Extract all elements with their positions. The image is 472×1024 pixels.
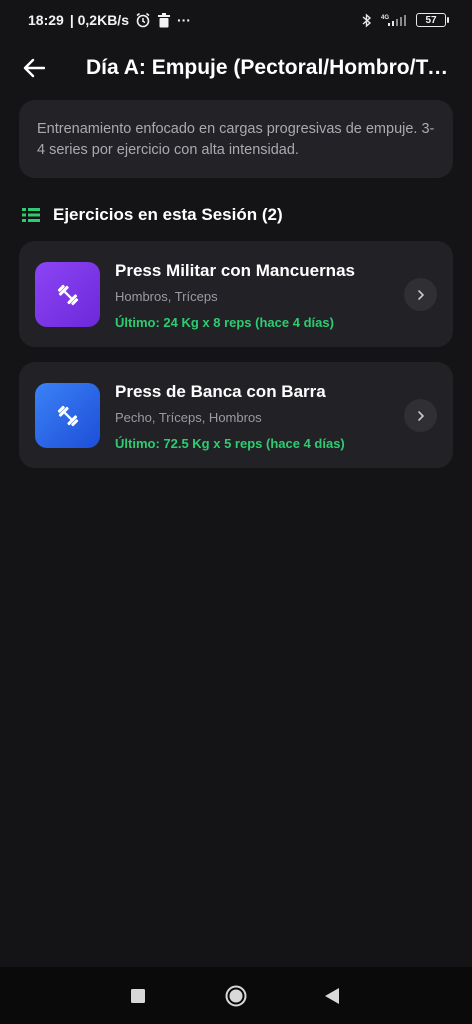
back-nav-button[interactable] <box>320 984 344 1008</box>
exercise-name: Press de Banca con Barra <box>115 382 326 401</box>
more-notifications-icon: ··· <box>176 12 191 28</box>
dumbbell-icon <box>57 405 78 426</box>
status-left: 18:29 | 0,2KB/s ··· <box>28 12 191 28</box>
signal-icon: 4G <box>380 13 408 27</box>
back-button[interactable] <box>20 54 48 82</box>
alarm-icon <box>135 12 151 28</box>
square-icon <box>131 989 145 1003</box>
system-nav-bar <box>0 967 472 1024</box>
page-title: Día A: Empuje (Pectoral/Hombro/Tr… <box>86 56 450 79</box>
status-bar: 18:29 | 0,2KB/s ··· 4G 57 <box>0 0 472 40</box>
app-header: Día A: Empuje (Pectoral/Hombro/Tr… <box>0 44 472 92</box>
open-exercise-button[interactable] <box>404 278 437 311</box>
triangle-back-icon <box>325 988 339 1004</box>
home-button[interactable] <box>224 984 248 1008</box>
session-description: Entrenamiento enfocado en cargas progres… <box>19 100 453 178</box>
trash-icon <box>157 12 171 28</box>
section-title: Ejercicios en esta Sesión (2) <box>53 205 283 224</box>
section-heading: Ejercicios en esta Sesión (2) <box>22 203 283 227</box>
bluetooth-icon <box>362 12 372 28</box>
arrow-left-icon <box>23 58 45 78</box>
exercise-last-record: Último: 72.5 Kg x 5 reps (hace 4 días) <box>115 436 345 451</box>
exercise-name: Press Militar con Mancuernas <box>115 261 355 280</box>
status-network-speed: | 0,2KB/s <box>69 12 129 28</box>
exercise-thumbnail <box>35 383 100 448</box>
svg-text:4G: 4G <box>381 15 389 21</box>
exercise-card[interactable]: Press Militar con Mancuernas Hombros, Tr… <box>19 241 453 347</box>
circle-home-icon <box>225 985 247 1007</box>
exercise-last-record: Último: 24 Kg x 8 reps (hace 4 días) <box>115 315 334 330</box>
list-icon <box>22 208 40 222</box>
exercise-muscles: Pecho, Tríceps, Hombros <box>115 410 262 425</box>
dumbbell-icon <box>57 284 78 305</box>
exercise-muscles: Hombros, Tríceps <box>115 289 218 304</box>
status-time: 18:29 <box>28 12 64 28</box>
recents-button[interactable] <box>126 984 150 1008</box>
chevron-right-icon <box>417 289 424 300</box>
chevron-right-icon <box>417 410 424 421</box>
exercise-card[interactable]: Press de Banca con Barra Pecho, Tríceps,… <box>19 362 453 468</box>
status-right: 4G 57 <box>362 12 449 28</box>
battery-indicator: 57 <box>416 13 449 27</box>
open-exercise-button[interactable] <box>404 399 437 432</box>
exercise-thumbnail <box>35 262 100 327</box>
